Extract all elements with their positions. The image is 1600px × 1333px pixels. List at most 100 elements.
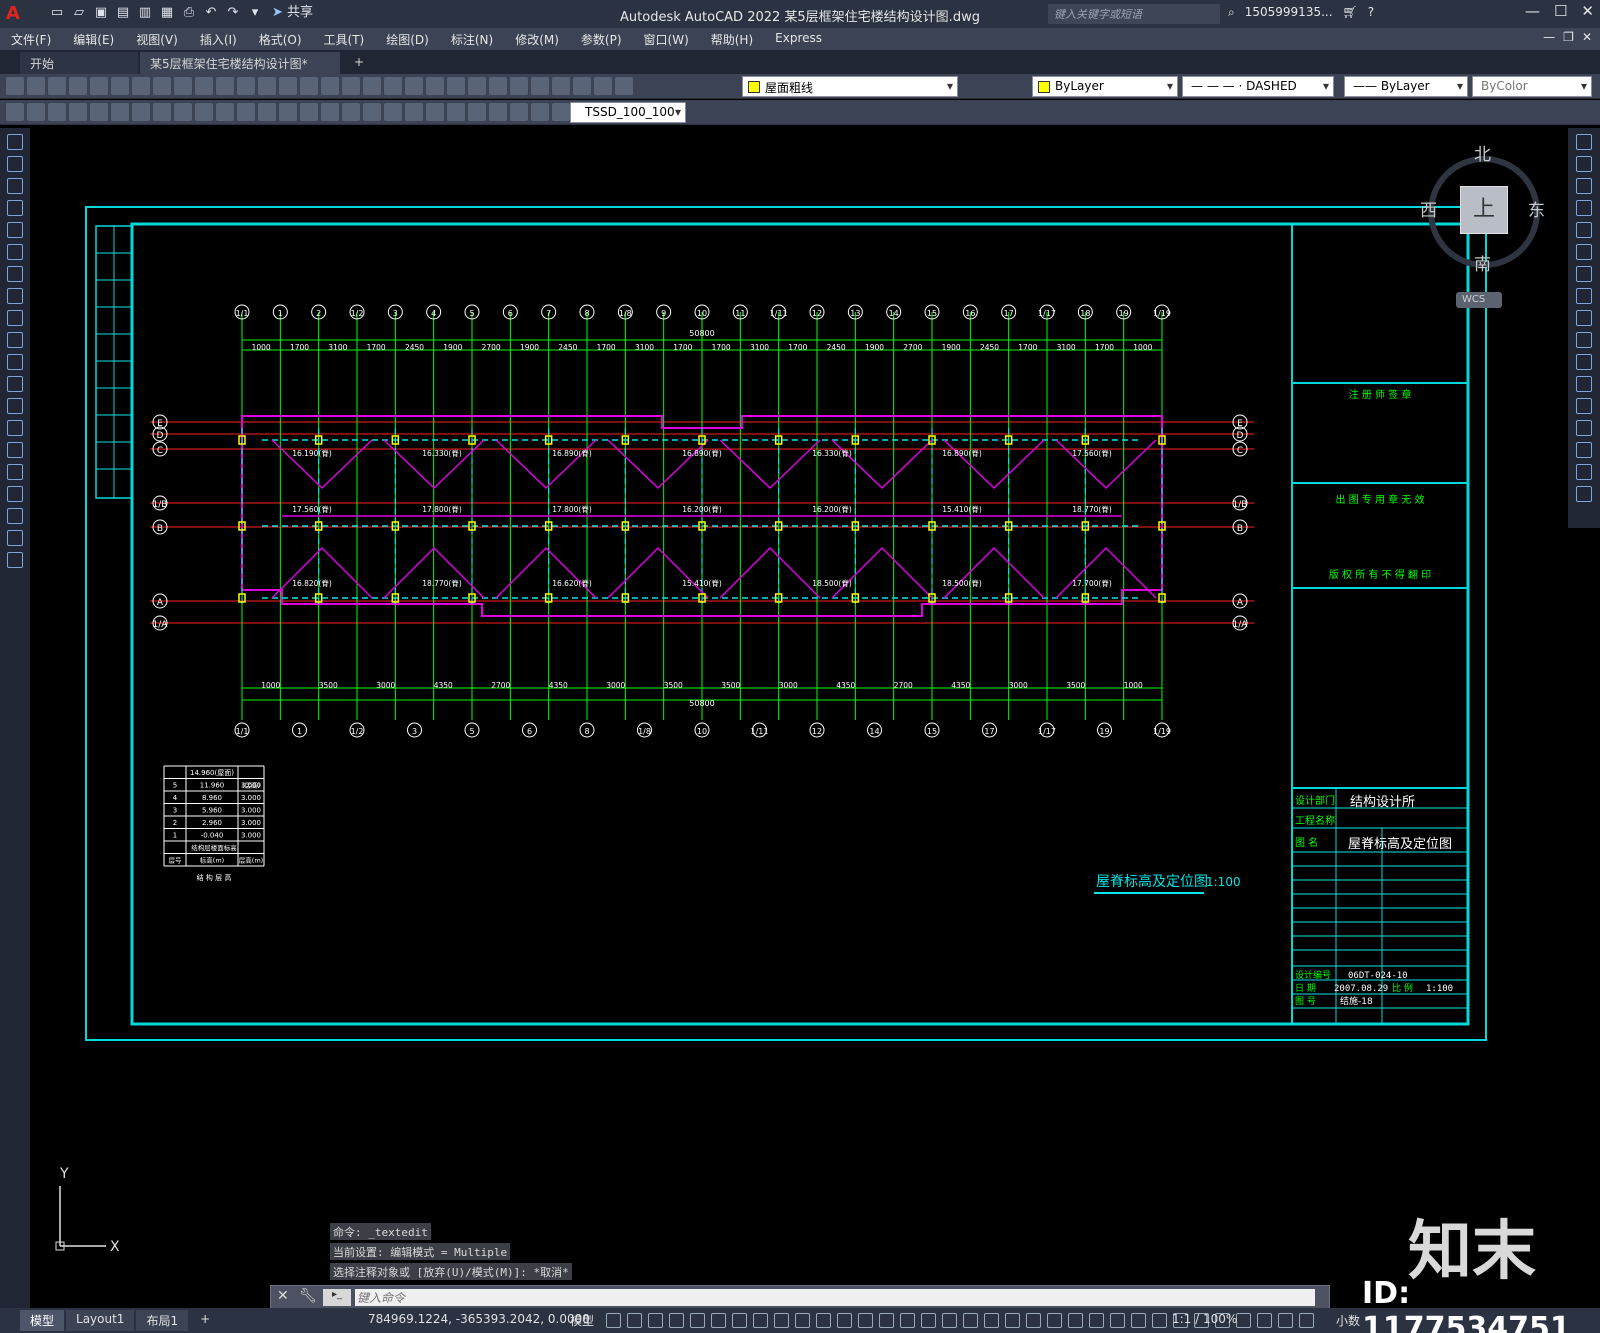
menu-item-8[interactable]: 修改(M) — [504, 28, 570, 50]
menu-item-6[interactable]: 绘图(D) — [375, 28, 440, 50]
status-toggle-icon[interactable] — [942, 1313, 957, 1328]
viewcube-north[interactable]: 北 — [1474, 140, 1491, 165]
tab-layout1[interactable]: Layout1 — [66, 1310, 135, 1331]
tab-layout2[interactable]: 布局1 — [136, 1310, 189, 1331]
help-icon[interactable]: ? — [1368, 5, 1374, 20]
viewcube-east[interactable]: 东 — [1528, 196, 1545, 221]
viewcube-top-face[interactable]: 上 — [1460, 186, 1508, 234]
minimize-button[interactable]: — — [1525, 2, 1540, 20]
draw-tool-icon[interactable] — [7, 266, 23, 282]
coordinate-readout[interactable]: 784969.1224, -365393.2042, 0.0000 — [368, 1312, 590, 1326]
status-toggle-icon[interactable] — [1257, 1313, 1272, 1328]
modify-tool-icon[interactable] — [1576, 442, 1592, 458]
standard-tool-icon[interactable] — [132, 77, 150, 95]
dimension-tool-icon[interactable] — [195, 103, 213, 121]
modify-tool-icon[interactable] — [1576, 332, 1592, 348]
standard-tool-icon[interactable] — [69, 77, 87, 95]
doc-close-button[interactable]: ✕ — [1582, 30, 1592, 44]
standard-tool-icon[interactable] — [531, 77, 549, 95]
modify-tool-icon[interactable] — [1576, 134, 1592, 150]
tab-model[interactable]: 模型 — [20, 1310, 65, 1331]
standard-tool-icon[interactable] — [489, 77, 507, 95]
menu-item-9[interactable]: 参数(P) — [570, 28, 633, 50]
layer-dropdown[interactable]: 屋面粗线 — [742, 76, 958, 97]
dimension-tool-icon[interactable] — [237, 103, 255, 121]
open-web-icon[interactable]: ▥ — [136, 4, 154, 22]
dimension-tool-icon[interactable] — [69, 103, 87, 121]
menu-item-2[interactable]: 视图(V) — [125, 28, 189, 50]
search-icon[interactable]: ⌕ — [1228, 5, 1235, 20]
standard-tool-icon[interactable] — [405, 77, 423, 95]
draw-tool-icon[interactable] — [7, 134, 23, 150]
standard-tool-icon[interactable] — [27, 77, 45, 95]
dimension-tool-icon[interactable] — [174, 103, 192, 121]
status-toggle-icon[interactable] — [648, 1313, 663, 1328]
draw-tool-icon[interactable] — [7, 464, 23, 480]
modify-tool-icon[interactable] — [1576, 178, 1592, 194]
model-space-button[interactable]: 模型 — [570, 1312, 594, 1329]
status-toggle-icon[interactable] — [711, 1313, 726, 1328]
menu-item-3[interactable]: 插入(I) — [189, 28, 248, 50]
redo-icon[interactable]: ↷ — [224, 4, 242, 22]
plot-icon[interactable]: ⎙ — [180, 4, 198, 22]
dimension-tool-icon[interactable] — [258, 103, 276, 121]
dimension-tool-icon[interactable] — [321, 103, 339, 121]
status-toggle-icon[interactable] — [1026, 1313, 1041, 1328]
standard-tool-icon[interactable] — [6, 77, 24, 95]
dimension-tool-icon[interactable] — [342, 103, 360, 121]
user-name[interactable]: 1505999135... — [1245, 5, 1333, 20]
status-toggle-icon[interactable] — [669, 1313, 684, 1328]
dimension-tool-icon[interactable] — [363, 103, 381, 121]
new-icon[interactable]: ▭ — [48, 4, 66, 22]
plotstyle-dropdown[interactable]: ByColor — [1472, 76, 1592, 97]
standard-tool-icon[interactable] — [195, 77, 213, 95]
draw-tool-icon[interactable] — [7, 310, 23, 326]
close-icon[interactable]: ✕ — [277, 1288, 289, 1304]
draw-tool-icon[interactable] — [7, 442, 23, 458]
dimstyle-dropdown[interactable]: TSSD_100_100 — [570, 102, 686, 123]
dimension-tool-icon[interactable] — [132, 103, 150, 121]
dimension-tool-icon[interactable] — [6, 103, 24, 121]
standard-tool-icon[interactable] — [321, 77, 339, 95]
dimension-tool-icon[interactable] — [552, 103, 570, 121]
recent-commands-button[interactable]: ▸_ — [323, 1289, 351, 1306]
standard-tool-icon[interactable] — [426, 77, 444, 95]
menu-item-0[interactable]: 文件(F) — [0, 28, 62, 50]
status-toggle-icon[interactable] — [732, 1313, 747, 1328]
modify-tool-icon[interactable] — [1576, 486, 1592, 502]
dimension-tool-icon[interactable] — [216, 103, 234, 121]
draw-tool-icon[interactable] — [7, 376, 23, 392]
viewcube[interactable]: 北 南 东 西 上 WCS — [1398, 138, 1558, 318]
dimension-tool-icon[interactable] — [510, 103, 528, 121]
standard-tool-icon[interactable] — [552, 77, 570, 95]
status-toggle-icon[interactable] — [816, 1313, 831, 1328]
status-toggle-icon[interactable] — [1131, 1313, 1146, 1328]
tab-document[interactable]: 某5层框架住宅楼结构设计图* — [140, 52, 340, 74]
modify-tool-icon[interactable] — [1576, 156, 1592, 172]
status-toggle-icon[interactable] — [1047, 1313, 1062, 1328]
draw-tool-icon[interactable] — [7, 288, 23, 304]
linetype-dropdown[interactable]: — — — · DASHED — [1182, 76, 1334, 97]
standard-tool-icon[interactable] — [111, 77, 129, 95]
draw-tool-icon[interactable] — [7, 244, 23, 260]
drawing-canvas[interactable]: 注 册 师 签 章 出 图 专 用 章 无 效 版 权 所 有 不 得 翻 印 … — [30, 128, 1568, 1308]
status-toggle-icon[interactable] — [837, 1313, 852, 1328]
status-toggle-icon[interactable] — [1236, 1313, 1251, 1328]
dimension-tool-icon[interactable] — [468, 103, 486, 121]
draw-tool-icon[interactable] — [7, 354, 23, 370]
menu-item-11[interactable]: 帮助(H) — [700, 28, 764, 50]
status-toggle-icon[interactable] — [879, 1313, 894, 1328]
save-icon[interactable]: ▣ — [92, 4, 110, 22]
viewcube-west[interactable]: 西 — [1420, 196, 1437, 221]
status-toggle-icon[interactable] — [774, 1313, 789, 1328]
standard-tool-icon[interactable] — [594, 77, 612, 95]
new-tab-button[interactable]: + — [344, 52, 368, 74]
dimension-tool-icon[interactable] — [27, 103, 45, 121]
standard-tool-icon[interactable] — [90, 77, 108, 95]
status-toggle-icon[interactable] — [984, 1313, 999, 1328]
modify-tool-icon[interactable] — [1576, 398, 1592, 414]
menu-item-4[interactable]: 格式(O) — [248, 28, 313, 50]
maximize-button[interactable]: ☐ — [1554, 2, 1567, 20]
modify-tool-icon[interactable] — [1576, 288, 1592, 304]
draw-tool-icon[interactable] — [7, 420, 23, 436]
